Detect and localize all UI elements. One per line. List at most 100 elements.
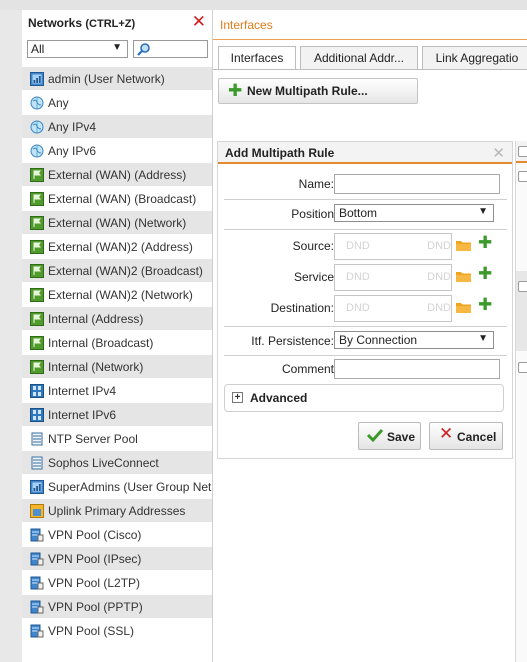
uplink-icon [30,503,44,518]
network-list-item-label: Any [48,95,69,110]
comment-field[interactable] [334,359,500,379]
network-list-item[interactable]: VPN Pool (L2TP) [22,570,212,594]
filter-select[interactable]: All ▼ [27,40,128,58]
network-list-item[interactable]: VPN Pool (PPTP) [22,594,212,618]
tab-interfaces[interactable]: Interfaces [218,46,296,70]
network-list-item[interactable]: admin (User Network) [22,66,212,90]
chevron-down-icon: ▼ [478,206,488,217]
internet-icon [30,407,44,422]
dialog-header: Add Multipath Rule ✕ [218,142,512,164]
chevron-down-icon: ▼ [478,333,488,344]
network-list-item[interactable]: Internal (Broadcast) [22,330,212,354]
network-list-item[interactable]: External (WAN) (Network) [22,210,212,234]
network-list-item-label: VPN Pool (SSL) [48,623,135,638]
network-list-item[interactable]: Any IPv4 [22,114,212,138]
service-label: Service [293,270,334,284]
network-list-item[interactable]: Uplink Primary Addresses [22,498,212,522]
networks-panel: Networks (CTRL+Z) ✕ All ▼ admin (User Ne… [22,10,213,662]
service-drop-zone[interactable]: DND DND [334,264,452,291]
tab-link-aggregation[interactable]: Link Aggregatio [422,46,527,70]
network-list-item[interactable]: Sophos LiveConnect [22,450,212,474]
service-row: Service DND DND ✚ [224,264,507,291]
network-list-item-label: Internet IPv4 [48,383,117,398]
comment-label: Comment [281,362,334,376]
networks-panel-header: Networks (CTRL+Z) ✕ [22,10,212,36]
source-drop-zone[interactable]: DND DND [334,233,452,260]
cancel-label: Cancel [457,430,497,444]
search-icon [137,43,150,56]
network-list-item-label: Internal (Network) [48,359,144,374]
select-all-checkbox[interactable] [518,146,527,157]
network-list: admin (User Network) Any Any IPv4 Any IPv6 E… [22,66,212,642]
folder-icon[interactable] [456,301,471,313]
green-flag-icon [30,287,44,302]
checkmark-icon [367,428,383,442]
advanced-section-toggle[interactable]: + Advanced [224,384,504,412]
network-list-item[interactable]: External (WAN) (Broadcast) [22,186,212,210]
new-multipath-rule-button[interactable]: ✚ New Multipath Rule... [218,78,418,104]
source-row: Source: DND DND ✚ [224,233,507,260]
row-checkbox[interactable] [518,281,527,292]
search-input[interactable] [133,40,208,58]
rules-list-edge [515,141,527,662]
network-list-item-label: External (WAN)2 (Broadcast) [48,263,203,278]
dialog-close-icon[interactable]: ✕ [492,144,505,162]
network-list-item[interactable]: Internal (Network) [22,354,212,378]
destination-drop-zone[interactable]: DND DND [334,295,452,322]
add-service-icon[interactable]: ✚ [478,265,492,282]
position-select[interactable]: Bottom ▼ [334,204,494,222]
network-list-item[interactable]: Any [22,90,212,114]
network-list-item[interactable]: External (WAN)2 (Network) [22,282,212,306]
vpn-pool-icon [30,552,44,566]
position-label: Position [291,207,334,221]
name-field[interactable] [334,174,500,194]
network-list-item[interactable]: Internet IPv6 [22,402,212,426]
network-list-item[interactable]: SuperAdmins (User Group Net [22,474,212,498]
close-icon[interactable]: ✕ [192,13,206,30]
network-list-item-label: External (WAN)2 (Network) [48,287,193,302]
page-title: Interfaces [213,10,527,40]
network-list-item-label: Internal (Address) [48,311,144,326]
name-label: Name: [298,177,334,191]
server-pool-icon [30,456,44,470]
folder-icon[interactable] [456,270,471,282]
destination-row: Destination: DND DND ✚ [224,295,507,322]
network-list-item-label: NTP Server Pool [48,431,138,446]
top-strip [0,0,527,10]
divider [224,229,507,230]
add-destination-icon[interactable]: ✚ [478,296,492,313]
network-list-item-label: Any IPv6 [48,143,97,158]
tab-additional-addresses[interactable]: Additional Addr... [300,46,418,70]
network-list-item[interactable]: External (WAN)2 (Broadcast) [22,258,212,282]
network-list-item[interactable]: Internal (Address) [22,306,212,330]
network-list-item-label: Any IPv4 [48,119,97,134]
network-list-item[interactable]: NTP Server Pool [22,426,212,450]
save-button[interactable]: Save [358,422,421,450]
save-label: Save [387,430,416,444]
green-flag-icon [30,263,44,278]
network-list-item-label: Internet IPv6 [48,407,117,422]
network-list-item[interactable]: VPN Pool (SSL) [22,618,212,642]
name-row: Name: [224,171,507,197]
networks-panel-shortcut: (CTRL+Z) [85,18,136,30]
network-list-item[interactable]: VPN Pool (Cisco) [22,522,212,546]
vpn-pool-icon [30,528,44,542]
network-list-item[interactable]: External (WAN)2 (Address) [22,234,212,258]
network-list-item[interactable]: External (WAN) (Address) [22,162,212,186]
network-list-item[interactable]: Any IPv6 [22,138,212,162]
row-checkbox[interactable] [518,362,527,373]
rules-list-header [516,141,527,163]
green-flag-icon [30,239,44,254]
row-checkbox[interactable] [518,171,527,182]
divider [224,326,507,327]
persistence-select[interactable]: By Connection ▼ [334,331,494,349]
folder-icon[interactable] [456,239,471,251]
network-list-item[interactable]: Internet IPv4 [22,378,212,402]
networks-panel-title: Networks [28,16,83,30]
green-flag-icon [30,167,44,182]
persistence-row: Itf. Persistence: By Connection ▼ [224,328,507,354]
network-list-item[interactable]: VPN Pool (IPsec) [22,546,212,570]
cancel-button[interactable]: ✕ Cancel [429,422,503,450]
add-source-icon[interactable]: ✚ [478,234,492,251]
network-list-item-label: VPN Pool (PPTP) [48,599,143,614]
